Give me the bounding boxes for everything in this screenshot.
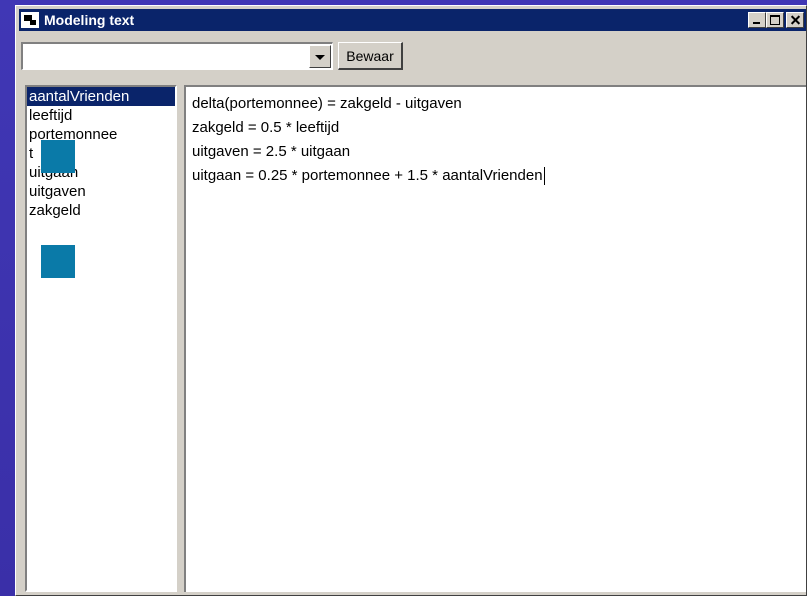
blue-square-artifact	[41, 140, 75, 173]
save-button[interactable]: Bewaar	[338, 42, 403, 70]
app-icon[interactable]	[21, 12, 39, 28]
minimize-icon[interactable]	[748, 12, 766, 28]
editor-line: uitgaven = 2.5 * uitgaan	[192, 143, 351, 160]
list-item[interactable]: uitgaven	[27, 182, 175, 201]
title-buttons	[748, 12, 804, 28]
list-item[interactable]: aantalVrienden	[27, 87, 175, 106]
title-bar[interactable]: Modeling text	[19, 9, 806, 31]
text-caret	[543, 167, 545, 186]
close-icon[interactable]	[786, 12, 804, 28]
editor-line-text: uitgaan = 0.25 * portemonnee + 1.5 * aan…	[192, 167, 543, 184]
toolbar: Bewaar	[19, 37, 806, 77]
list-item[interactable]: zakgeld	[27, 201, 175, 220]
model-combobox[interactable]	[21, 42, 333, 70]
chevron-down-icon[interactable]	[309, 45, 331, 68]
editor-line: zakgeld = 0.5 * leeftijd	[192, 119, 340, 136]
pane-splitter[interactable]	[179, 85, 183, 592]
editor-line: delta(portemonnee) = zakgeld - uitgaven	[192, 95, 462, 112]
blue-square-artifact	[41, 245, 75, 278]
combobox-input[interactable]	[25, 46, 289, 68]
list-item[interactable]: leeftijd	[27, 106, 175, 125]
equation-editor[interactable]: delta(portemonnee) = zakgeld - uitgaven …	[184, 85, 806, 592]
window-title: Modeling text	[44, 12, 135, 28]
editor-line-last: uitgaan = 0.25 * portemonnee + 1.5 * aan…	[192, 164, 806, 188]
maximize-icon[interactable]	[766, 12, 784, 28]
modeling-text-window: Modeling text Bewaar aantalVrienden leef…	[15, 5, 807, 596]
